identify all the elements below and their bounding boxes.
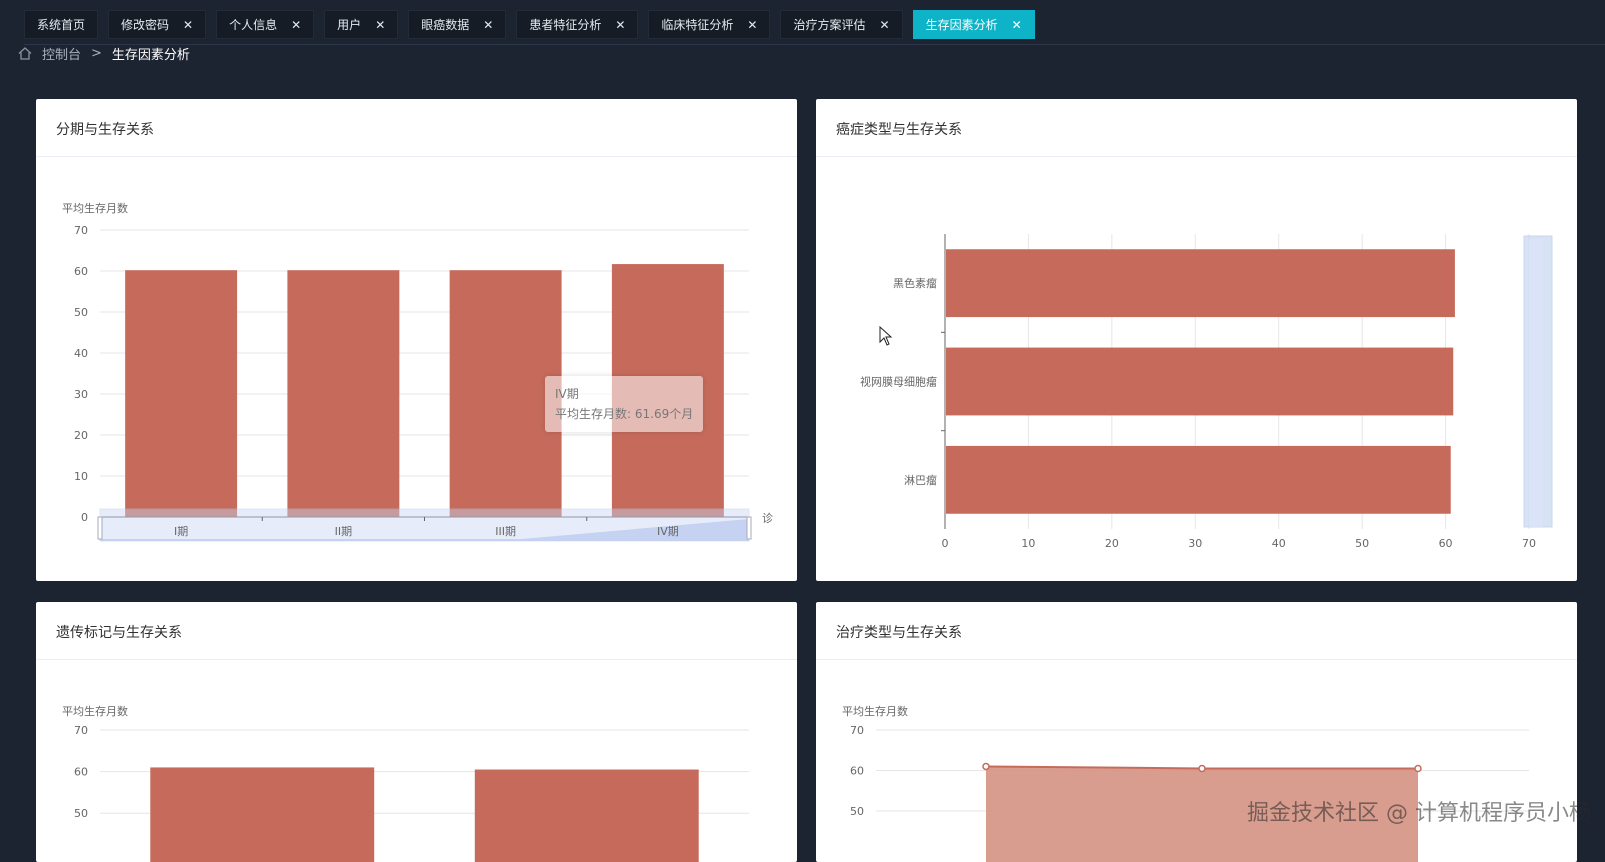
x-tick-label: IV期 [657,525,679,538]
tab-1[interactable]: 修改密码 ✕ [108,10,207,39]
data-point [982,762,990,771]
close-icon[interactable]: ✕ [291,18,301,32]
stage-survival-chart[interactable]: 平均生存月数010203040506070I期 II期 III期 IV期诊 [36,99,797,581]
y-axis-label: 平均生存月数 [62,201,128,215]
tab-label: 用户 [337,18,362,32]
tab-3[interactable]: 用户 ✕ [324,10,399,39]
bar [474,769,699,862]
y-tick-label: 60 [74,766,88,779]
x-tick-label: 20 [1105,537,1119,550]
x-tick-label: III期 [495,525,516,538]
tab-label: 系统首页 [37,18,86,32]
close-icon[interactable]: ✕ [483,18,493,32]
breadcrumb-separator: > [91,46,102,61]
home-icon[interactable] [18,47,32,60]
genetic-marker-survival-chart[interactable]: 平均生存月数 50 60 70 [36,602,797,862]
datazoom-preview [1529,239,1543,527]
tab-label: 个人信息 [229,18,278,32]
y-tick-label: 30 [74,388,88,401]
watermark: 掘金技术社区 @ 计算机程序员小杨 [1247,801,1591,826]
close-icon[interactable]: ✕ [880,18,890,32]
x-tick-label: 10 [1021,537,1035,550]
y-tick-label: 40 [74,347,88,360]
bar [150,767,375,862]
tab-label: 治疗方案评估 [793,18,866,32]
tab-2[interactable]: 个人信息 ✕ [216,10,315,39]
y-tick-label: 70 [74,224,88,237]
y-tick-label: 60 [850,765,864,778]
x-tick-label: 50 [1355,537,1369,550]
cancer-type-survival-card: 癌症类型与生存关系 0 10 20 30 40 50 60 70 黑色素瘤 视网膜母细胞瘤 淋巴瘤 [816,99,1577,581]
tab-7[interactable]: 治疗方案评估 ✕ [780,10,903,39]
data-point [1198,764,1206,773]
tab-label: 临床特征分析 [661,18,734,32]
tab-5[interactable]: 患者特征分析 ✕ [516,10,639,39]
cancer-type-survival-chart[interactable]: 0 10 20 30 40 50 60 70 黑色素瘤视网膜母细胞瘤淋巴瘤 [816,99,1577,581]
mouse-cursor-icon [879,326,893,346]
stage-survival-card: 分期与生存关系 平均生存月数 0 10 20 30 40 50 60 70 I期 II期 III期 IV… [36,99,797,581]
y-tick-label: 70 [74,724,88,737]
chart-tooltip: IV期 平均生存月数: 61.69个月 [545,376,704,432]
bar [946,445,1451,514]
breadcrumb-current: 生存因素分析 [111,48,190,63]
breadcrumb-home[interactable]: 控制台 [42,44,81,63]
y-tick-label: 50 [850,805,864,818]
bar [125,270,238,517]
y-tick-label: 10 [74,470,88,483]
y-tick-label: 黑色素瘤 [893,276,937,290]
x-tick-label: 70 [1522,537,1536,550]
y-axis-label: 平均生存月数 [842,704,908,718]
datazoom-handle-left [97,516,103,540]
tab-bar: 系统首页 修改密码 ✕ 个人信息 ✕ 用户 ✕ 眼癌数据 ✕ 患者特征分析 ✕ 临床特征分析 ✕ 治疗方案… [24,10,1035,40]
y-tick-label: 50 [74,306,88,319]
tab-4[interactable]: 眼癌数据 ✕ [408,10,507,39]
tab-label: 患者特征分析 [529,18,602,32]
x-tick-label: II期 [335,525,353,538]
datazoom-handle-right [746,516,752,540]
x-tick-label: 30 [1188,537,1202,550]
y-tick-label: 视网膜母细胞瘤 [860,375,937,389]
close-icon[interactable]: ✕ [747,18,757,32]
x-tick-label: 0 [942,537,949,550]
x-tick-label: 40 [1272,537,1286,550]
x-axis-label: 诊 [762,511,773,525]
bar [287,270,400,517]
tab-divider [24,44,1605,45]
y-axis-label: 平均生存月数 [62,704,128,718]
x-tick-label: 60 [1439,537,1453,550]
y-tick-label: 20 [74,429,88,442]
tab-8[interactable]: 生存因素分析 ✕ [912,10,1035,39]
genetic-marker-survival-card: 遗传标记与生存关系 平均生存月数 50 60 70 [36,602,797,862]
close-icon[interactable]: ✕ [615,18,625,32]
tab-label: 眼癌数据 [421,18,470,32]
tab-label: 修改密码 [121,18,170,32]
tab-label: 生存因素分析 [925,18,998,32]
bar [946,249,1455,318]
y-tick-label: 60 [74,265,88,278]
bar [946,347,1454,416]
tooltip-value: 平均生存月数: 61.69个月 [555,407,694,421]
tab-6[interactable]: 临床特征分析 ✕ [648,10,771,39]
tab-0[interactable]: 系统首页 [24,10,99,39]
y-tick-label: 0 [81,511,88,524]
close-icon[interactable]: ✕ [183,18,193,32]
data-point [1414,764,1422,773]
close-icon[interactable]: ✕ [375,18,385,32]
breadcrumb: 控制台 > 生存因素分析 [18,44,190,63]
y-tick-label: 淋巴瘤 [904,473,937,487]
close-icon[interactable]: ✕ [1012,18,1022,32]
x-tick-label: I期 [174,525,188,538]
y-tick-label: 50 [74,807,88,820]
y-tick-label: 70 [850,724,864,737]
tooltip-category: IV期 [555,387,579,401]
